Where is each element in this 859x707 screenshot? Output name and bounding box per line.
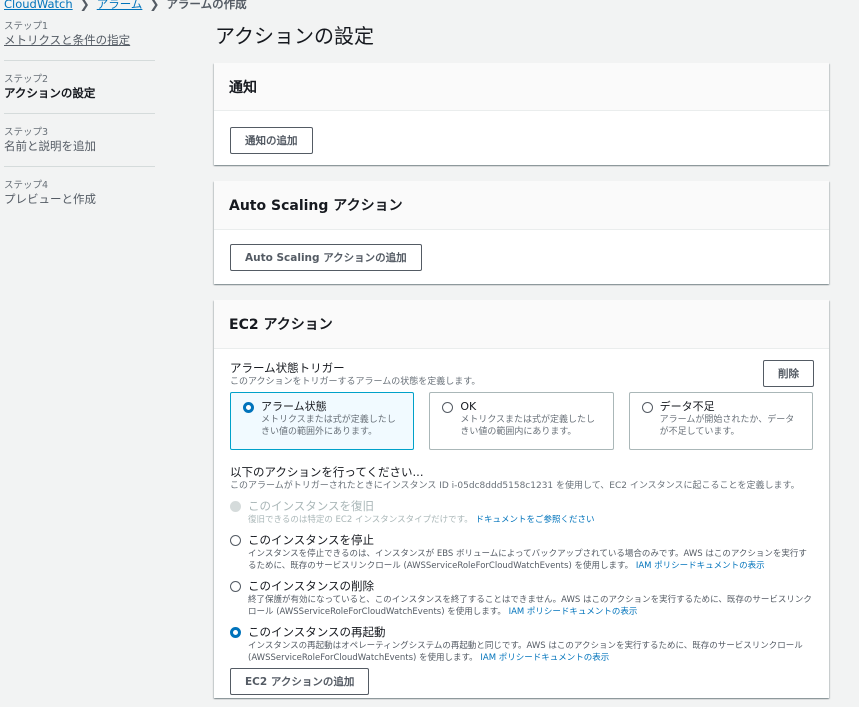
radio-recover xyxy=(230,501,241,512)
autoscaling-panel-header: Auto Scaling アクション xyxy=(214,181,829,230)
radio-insufficient-data[interactable] xyxy=(641,402,653,413)
step-name-description: 名前と説明を追加 xyxy=(4,139,96,153)
iam-policy-link[interactable]: IAM ポリシードキュメントの表示 xyxy=(480,653,609,663)
radio-ok[interactable] xyxy=(442,402,454,413)
option-terminate[interactable]: このインスタンスの削除 終了保護が有効になっていると、このインスタンスを終了する… xyxy=(230,578,813,618)
alarm-state-trigger-desc: このアクションをトリガーするアラームの状態を定義します。 xyxy=(230,377,481,387)
ec2-panel-body: 削除 アラーム状態トリガー このアクションをトリガーするアラームの状態を定義しま… xyxy=(214,349,829,707)
option-desc-text: 復旧できるのは特定の EC2 インスタンスタイプだけです。 xyxy=(248,515,473,525)
breadcrumb-cloudwatch[interactable]: CloudWatch xyxy=(4,0,73,11)
option-stop[interactable]: このインスタンスを停止 インスタンスを停止できるのは、インスタンスが EBS ボ… xyxy=(230,532,813,572)
tile-in-alarm[interactable]: アラーム状態 メトリクスまたは式が定義したしきい値の範囲外にあります。 xyxy=(230,392,415,450)
option-desc: 復旧できるのは特定の EC2 インスタンスタイプだけです。 ドキュメントをご参照… xyxy=(248,514,594,526)
notification-panel: 通知 通知の追加 xyxy=(214,63,829,165)
radio-in-alarm[interactable] xyxy=(243,402,254,413)
option-reboot[interactable]: このインスタンスの再起動 インスタンスの再起動はオペレーティングシステムの再起動… xyxy=(230,624,813,664)
ec2-title: EC2 アクション xyxy=(229,317,333,333)
option-label: このインスタンスの削除 xyxy=(248,579,375,593)
radio-terminate[interactable] xyxy=(230,581,241,592)
take-action-desc: このアラームがトリガーされたときにインスタンス ID i-05dc8ddd515… xyxy=(230,481,800,491)
option-label: このインスタンスの再起動 xyxy=(248,625,386,639)
radio-reboot[interactable] xyxy=(230,627,241,638)
tile-insufficient-data[interactable]: データ不足 アラームが開始されたか、データが不足しています。 xyxy=(628,392,813,450)
option-recover: このインスタンスを復旧 復旧できるのは特定の EC2 インスタンスタイプだけです… xyxy=(230,498,813,526)
step-number: ステップ3 xyxy=(4,127,49,138)
radio-stop[interactable] xyxy=(230,535,241,546)
step-4: ステップ4 プレビューと作成 xyxy=(4,179,155,219)
autoscaling-panel-body: Auto Scaling アクションの追加 xyxy=(214,230,829,286)
ec2-panel-header: EC2 アクション xyxy=(214,300,829,349)
step-number: ステップ4 xyxy=(4,180,49,191)
step-3: ステップ3 名前と説明を追加 xyxy=(4,126,155,167)
step-number: ステップ2 xyxy=(4,74,49,85)
option-label: このインスタンスを停止 xyxy=(248,533,375,547)
autoscaling-title: Auto Scaling アクション xyxy=(229,198,403,214)
notification-panel-header: 通知 xyxy=(214,63,829,111)
breadcrumb: CloudWatch ❯ アラーム ❯ アラームの作成 xyxy=(4,0,247,12)
step-current-actions: アクションの設定 xyxy=(4,86,96,100)
alarm-state-tiles: アラーム状態 メトリクスまたは式が定義したしきい値の範囲外にあります。 OK メ… xyxy=(230,392,813,450)
add-autoscaling-action-button[interactable]: Auto Scaling アクションの追加 xyxy=(230,244,422,271)
iam-policy-link[interactable]: IAM ポリシードキュメントの表示 xyxy=(509,607,638,617)
option-desc: 終了保護が有効になっていると、このインスタンスを終了することはできません。AWS… xyxy=(248,594,813,618)
chevron-right-icon: ❯ xyxy=(149,0,160,11)
page-title: アクションの設定 xyxy=(215,24,374,48)
tile-label: OK xyxy=(460,400,477,413)
wizard-steps: ステップ1 メトリクスと条件の指定 ステップ2 アクションの設定 ステップ3 名… xyxy=(4,20,155,231)
option-label: このインスタンスを復旧 xyxy=(248,499,375,513)
autoscaling-panel: Auto Scaling アクション Auto Scaling アクションの追加 xyxy=(214,181,829,284)
ec2-action-panel: EC2 アクション 削除 アラーム状態トリガー このアクションをトリガーするアラ… xyxy=(214,300,829,698)
tile-desc: メトリクスまたは式が定義したしきい値の範囲内にあります。 xyxy=(460,415,596,437)
step-1: ステップ1 メトリクスと条件の指定 xyxy=(4,20,155,61)
step-number: ステップ1 xyxy=(4,21,49,32)
add-ec2-action-button[interactable]: EC2 アクションの追加 xyxy=(230,668,370,695)
step-link-metrics[interactable]: メトリクスと条件の指定 xyxy=(4,33,155,48)
notification-panel-body: 通知の追加 xyxy=(214,111,829,169)
chevron-right-icon: ❯ xyxy=(79,0,90,11)
iam-policy-link[interactable]: IAM ポリシードキュメントの表示 xyxy=(636,561,765,571)
alarm-state-trigger-label: アラーム状態トリガー xyxy=(230,361,345,375)
tile-ok[interactable]: OK メトリクスまたは式が定義したしきい値の範囲内にあります。 xyxy=(429,392,614,450)
breadcrumb-alarms[interactable]: アラーム xyxy=(97,0,143,12)
tile-label: アラーム状態 xyxy=(261,400,327,413)
option-desc: インスタンスを停止できるのは、インスタンスが EBS ボリュームによってバックア… xyxy=(248,548,813,572)
step-2: ステップ2 アクションの設定 xyxy=(4,73,155,114)
tile-desc: アラームが開始されたか、データが不足しています。 xyxy=(659,415,795,437)
add-notification-button[interactable]: 通知の追加 xyxy=(230,127,313,154)
option-desc: インスタンスの再起動はオペレーティングシステムの再起動と同じです。AWS はこの… xyxy=(248,640,813,664)
breadcrumb-current: アラームの作成 xyxy=(166,0,247,11)
take-action-label: 以下のアクションを行ってください... xyxy=(230,465,424,479)
notification-title: 通知 xyxy=(229,79,257,96)
documentation-link[interactable]: ドキュメントをご参照ください xyxy=(475,515,594,525)
tile-desc: メトリクスまたは式が定義したしきい値の範囲外にあります。 xyxy=(261,415,396,437)
step-name-preview: プレビューと作成 xyxy=(4,192,96,206)
tile-label: データ不足 xyxy=(659,400,715,413)
remove-ec2-action-button[interactable]: 削除 xyxy=(763,360,814,387)
